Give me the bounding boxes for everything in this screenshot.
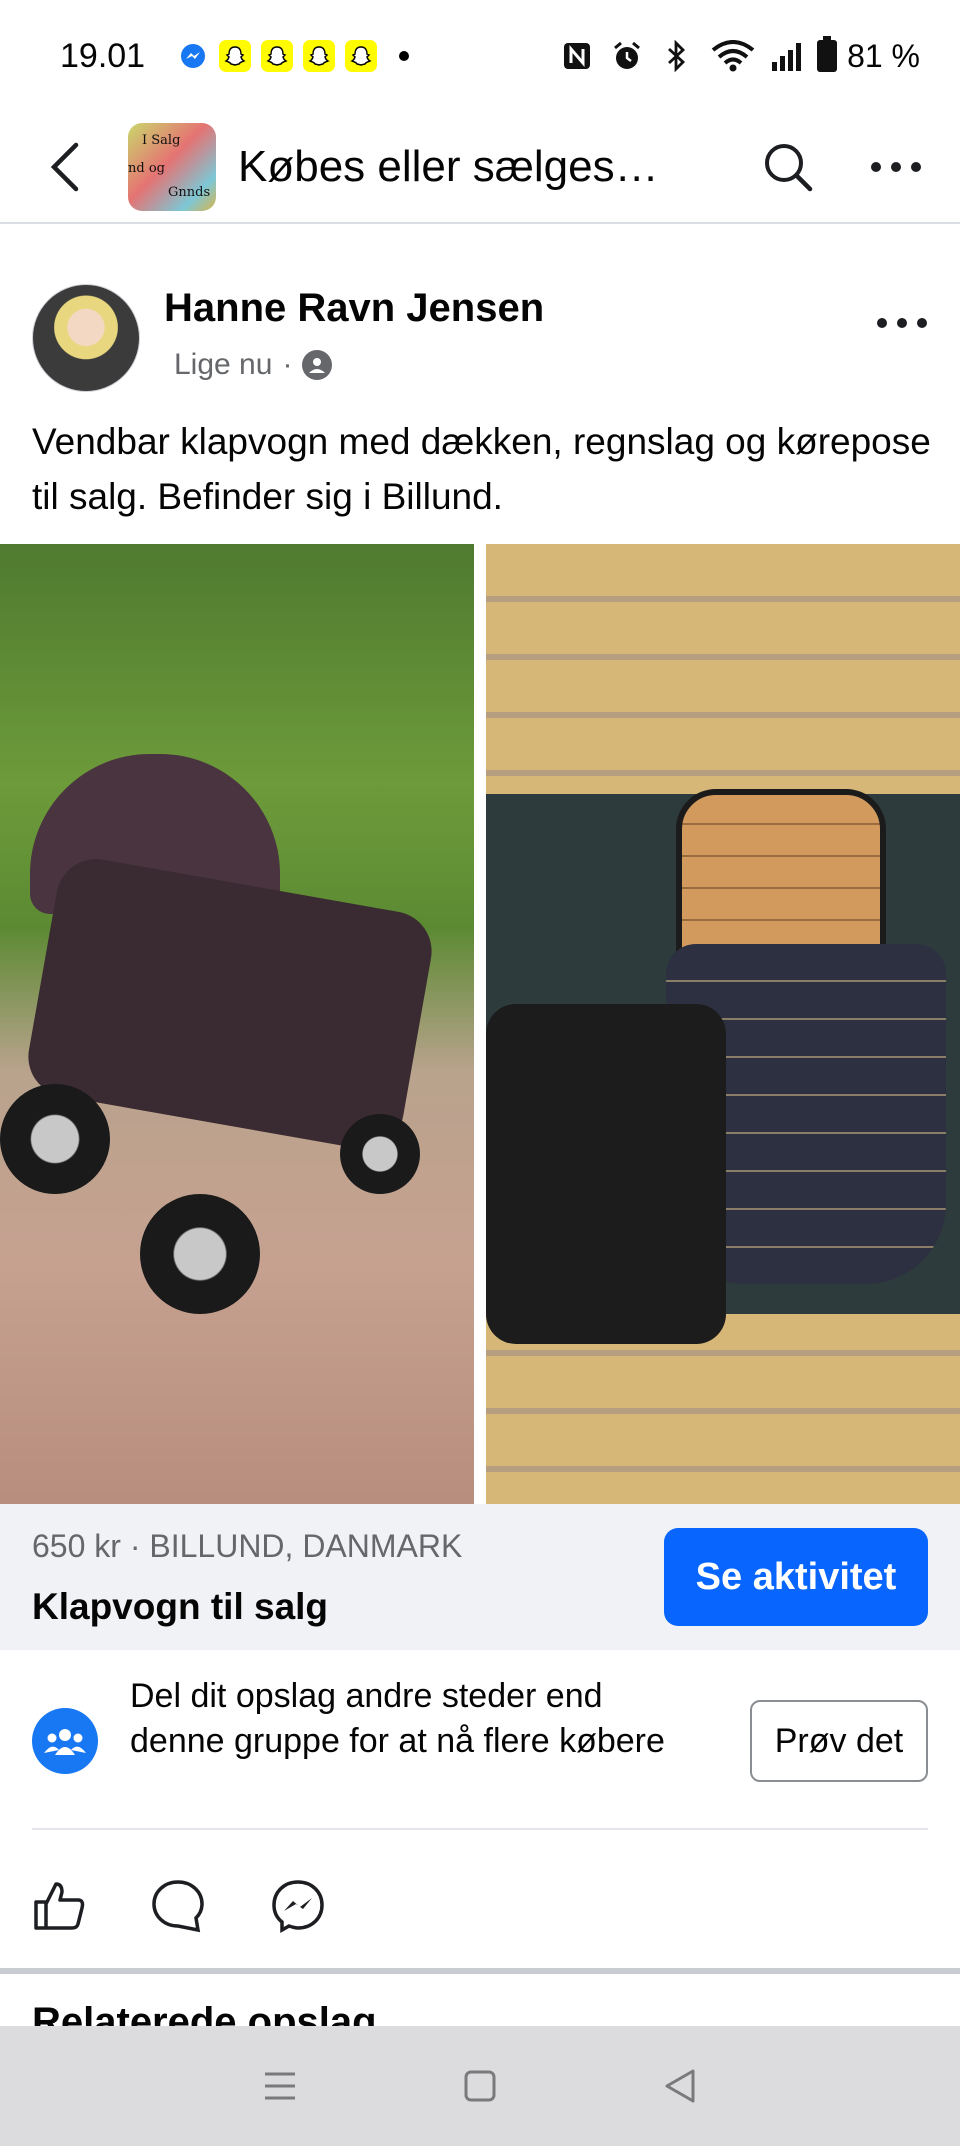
bluetooth-icon bbox=[660, 39, 694, 73]
listing-title: Klapvogn til salg bbox=[32, 1586, 329, 1627]
snapchat-icon bbox=[345, 40, 378, 72]
like-icon bbox=[34, 1882, 85, 1930]
divider bbox=[32, 1828, 928, 1830]
meta-separator: · bbox=[282, 348, 293, 381]
wheel-shape bbox=[140, 1194, 260, 1314]
post-meta: Lige nu · bbox=[174, 348, 333, 382]
nfc-icon bbox=[560, 39, 594, 73]
post-photos bbox=[0, 544, 960, 1504]
home-button[interactable] bbox=[450, 2056, 510, 2116]
more-notifications-dot bbox=[399, 51, 410, 61]
snapchat-icon bbox=[303, 40, 336, 72]
search-icon bbox=[765, 144, 813, 192]
sleeping-bag-photo[interactable] bbox=[486, 544, 960, 1504]
search-button[interactable] bbox=[748, 127, 828, 207]
wheel-shape bbox=[340, 1114, 420, 1194]
battery-level: 81 % bbox=[847, 37, 920, 74]
post-text: Vendbar klapvogn med dækken, regnslag og… bbox=[32, 421, 931, 517]
group-avatar[interactable]: I Salg nd og Gnnds bbox=[128, 123, 216, 211]
listing-price-location: 650 kr · BILLUND, DANMARK bbox=[32, 1528, 463, 1564]
group-privacy-icon bbox=[302, 350, 333, 380]
see-activity-button[interactable]: Se aktivitet bbox=[664, 1528, 928, 1626]
recent-apps-button[interactable] bbox=[250, 2056, 310, 2116]
snapchat-icon bbox=[261, 40, 294, 72]
status-time: 19.01 bbox=[60, 36, 146, 75]
groups-icon bbox=[32, 1708, 98, 1774]
status-bar: 19.01 81 % bbox=[0, 0, 960, 112]
more-dots-icon bbox=[871, 162, 921, 172]
back-button[interactable] bbox=[26, 127, 106, 207]
chevron-left-icon bbox=[50, 142, 79, 192]
group-title[interactable]: Købes eller sælges… bbox=[238, 142, 748, 192]
more-options-button[interactable] bbox=[856, 127, 936, 207]
like-button[interactable] bbox=[24, 1870, 96, 1942]
back-nav-button[interactable] bbox=[650, 2056, 710, 2116]
group-avatar-text-3: Gnnds bbox=[168, 185, 211, 200]
post-options-button[interactable] bbox=[876, 294, 928, 339]
wheel-shape bbox=[0, 1084, 110, 1194]
group-header: I Salg nd og Gnnds Købes eller sælges… bbox=[0, 112, 960, 224]
status-left: 19.01 bbox=[60, 37, 560, 76]
listing-info: 650 kr · BILLUND, DANMARK Klapvogn til s… bbox=[0, 1504, 960, 1650]
try-it-button[interactable]: Prøv det bbox=[750, 1700, 928, 1782]
messenger-icon bbox=[272, 1880, 324, 1934]
author-name[interactable]: Hanne Ravn Jensen bbox=[164, 286, 544, 331]
home-square-icon bbox=[464, 2070, 496, 2102]
section-divider bbox=[0, 1968, 960, 1974]
stroller-photo[interactable] bbox=[0, 544, 474, 1504]
more-dots-icon bbox=[877, 318, 927, 328]
system-nav-bar bbox=[0, 2026, 960, 2146]
wifi-icon bbox=[710, 39, 756, 73]
comment-icon bbox=[152, 1880, 204, 1933]
post-header: Hanne Ravn Jensen Lige nu · bbox=[32, 284, 928, 394]
messenger-icon bbox=[177, 40, 209, 72]
author-avatar[interactable] bbox=[32, 284, 140, 392]
signal-icon bbox=[772, 41, 802, 71]
share-promo: Del dit opslag andre steder end denne gr… bbox=[0, 1650, 960, 1830]
post-time[interactable]: Lige nu bbox=[174, 348, 272, 382]
menu-icon bbox=[265, 2072, 295, 2100]
snapchat-icon bbox=[219, 40, 252, 72]
alarm-icon bbox=[610, 39, 644, 73]
post-actions bbox=[0, 1870, 960, 1950]
group-avatar-text-2: nd og bbox=[128, 161, 165, 176]
messenger-share-button[interactable] bbox=[262, 1870, 334, 1942]
back-triangle-icon bbox=[665, 2069, 695, 2103]
promo-text: Del dit opslag andre steder end denne gr… bbox=[130, 1677, 665, 1760]
rain-cover-shape bbox=[486, 1004, 726, 1344]
comment-button[interactable] bbox=[142, 1870, 214, 1942]
status-right: 81 % bbox=[560, 36, 920, 75]
group-avatar-text-1: I Salg bbox=[142, 133, 181, 148]
battery-icon bbox=[817, 36, 838, 72]
